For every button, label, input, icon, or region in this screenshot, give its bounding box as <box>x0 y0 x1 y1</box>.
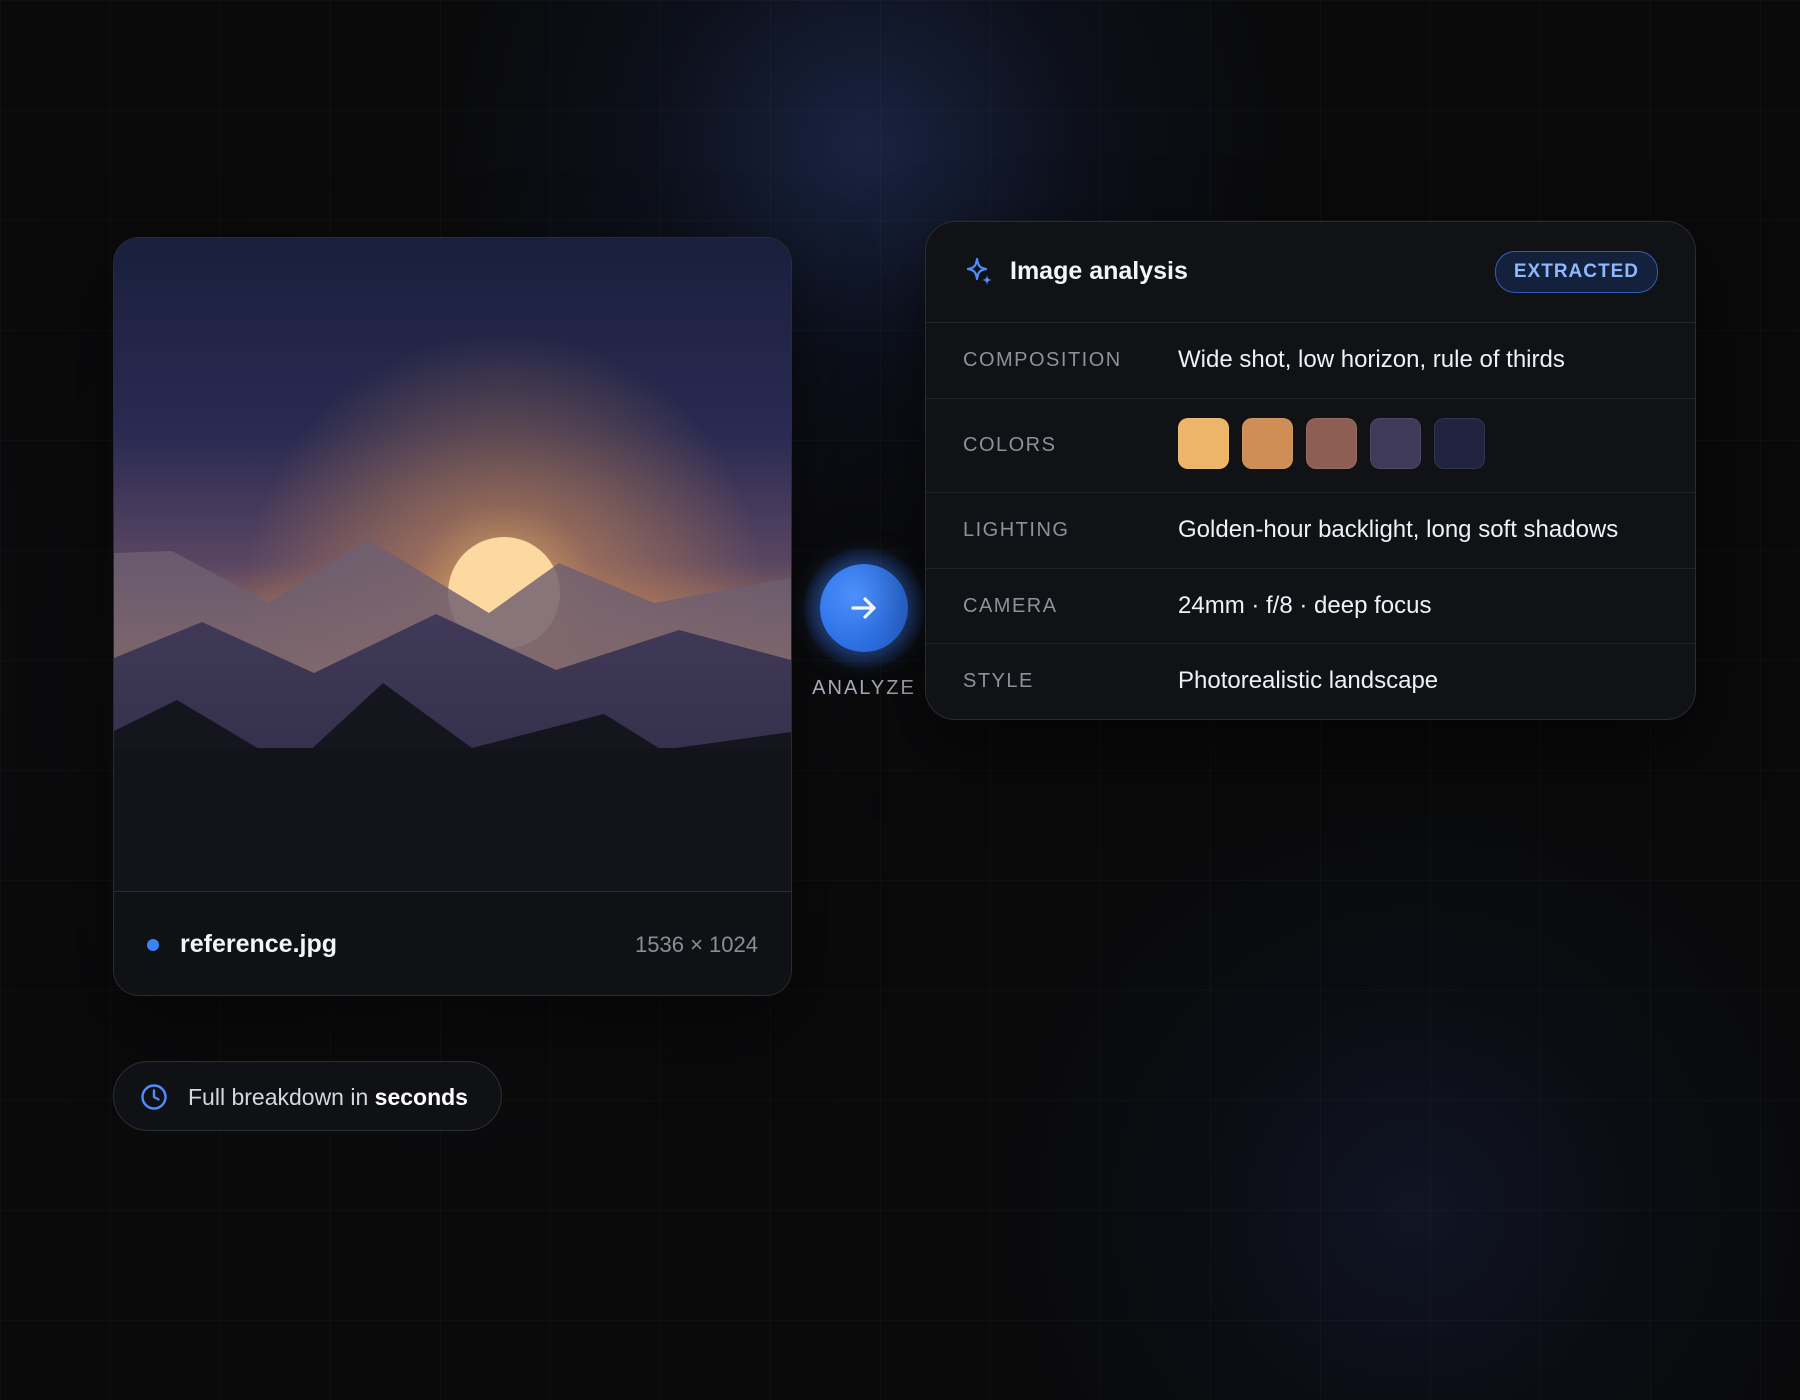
row-label: LIGHTING <box>963 519 1070 541</box>
speed-text-prefix: Full breakdown in <box>188 1084 375 1110</box>
analyze-button[interactable] <box>820 564 908 652</box>
clock-icon <box>141 1084 167 1110</box>
file-info-bar: reference.jpg 1536 × 1024 <box>114 891 791 995</box>
row-label: CAMERA <box>963 595 1058 617</box>
analysis-row-camera: CAMERA 24mm · f/8 · deep focus <box>926 568 1695 644</box>
analyze-label: ANALYZE <box>812 677 916 699</box>
panel-header: Image analysis EXTRACTED <box>926 222 1695 323</box>
color-swatch[interactable] <box>1242 418 1293 469</box>
file-name: reference.jpg <box>180 930 338 958</box>
sunset-landscape-image <box>114 238 791 891</box>
analysis-panel: Image analysis EXTRACTED COMPOSITION Wid… <box>925 221 1696 720</box>
canvas: reference.jpg 1536 × 1024 ANALYZE Image … <box>0 0 1800 1400</box>
analysis-row-style: STYLE Photorealistic landscape <box>926 643 1695 719</box>
row-value: Photorealistic landscape <box>1178 667 1439 694</box>
speed-text: Full breakdown in seconds <box>188 1084 468 1111</box>
analysis-row-composition: COMPOSITION Wide shot, low horizon, rule… <box>926 322 1695 399</box>
image-preview <box>114 238 791 891</box>
speed-text-emphasis: seconds <box>374 1084 468 1110</box>
speed-pill: Full breakdown in seconds <box>113 1061 502 1131</box>
row-value: 24mm · f/8 · deep focus <box>1178 592 1432 619</box>
analyze-control: ANALYZE <box>800 545 928 705</box>
row-label: COMPOSITION <box>963 349 1122 371</box>
color-swatch[interactable] <box>1434 418 1485 469</box>
row-value: Golden-hour backlight, long soft shadows <box>1178 516 1619 543</box>
analysis-row-lighting: LIGHTING Golden-hour backlight, long sof… <box>926 492 1695 569</box>
analysis-row-colors: COLORS <box>926 398 1695 493</box>
image-card: reference.jpg 1536 × 1024 <box>113 237 792 996</box>
color-swatch[interactable] <box>1306 418 1357 469</box>
row-value: Wide shot, low horizon, rule of thirds <box>1178 346 1565 373</box>
status-badge: EXTRACTED <box>1494 251 1658 293</box>
color-swatch[interactable] <box>1370 418 1421 469</box>
row-label: STYLE <box>963 670 1034 692</box>
color-swatch[interactable] <box>1178 418 1229 469</box>
arrow-right-icon <box>851 597 876 619</box>
image-dimensions: 1536 × 1024 <box>635 932 758 957</box>
row-label: COLORS <box>963 434 1057 456</box>
status-dot <box>147 939 159 951</box>
sparkle-icon <box>966 257 992 285</box>
panel-title: Image analysis <box>1010 257 1188 285</box>
color-swatches <box>1178 418 1485 469</box>
